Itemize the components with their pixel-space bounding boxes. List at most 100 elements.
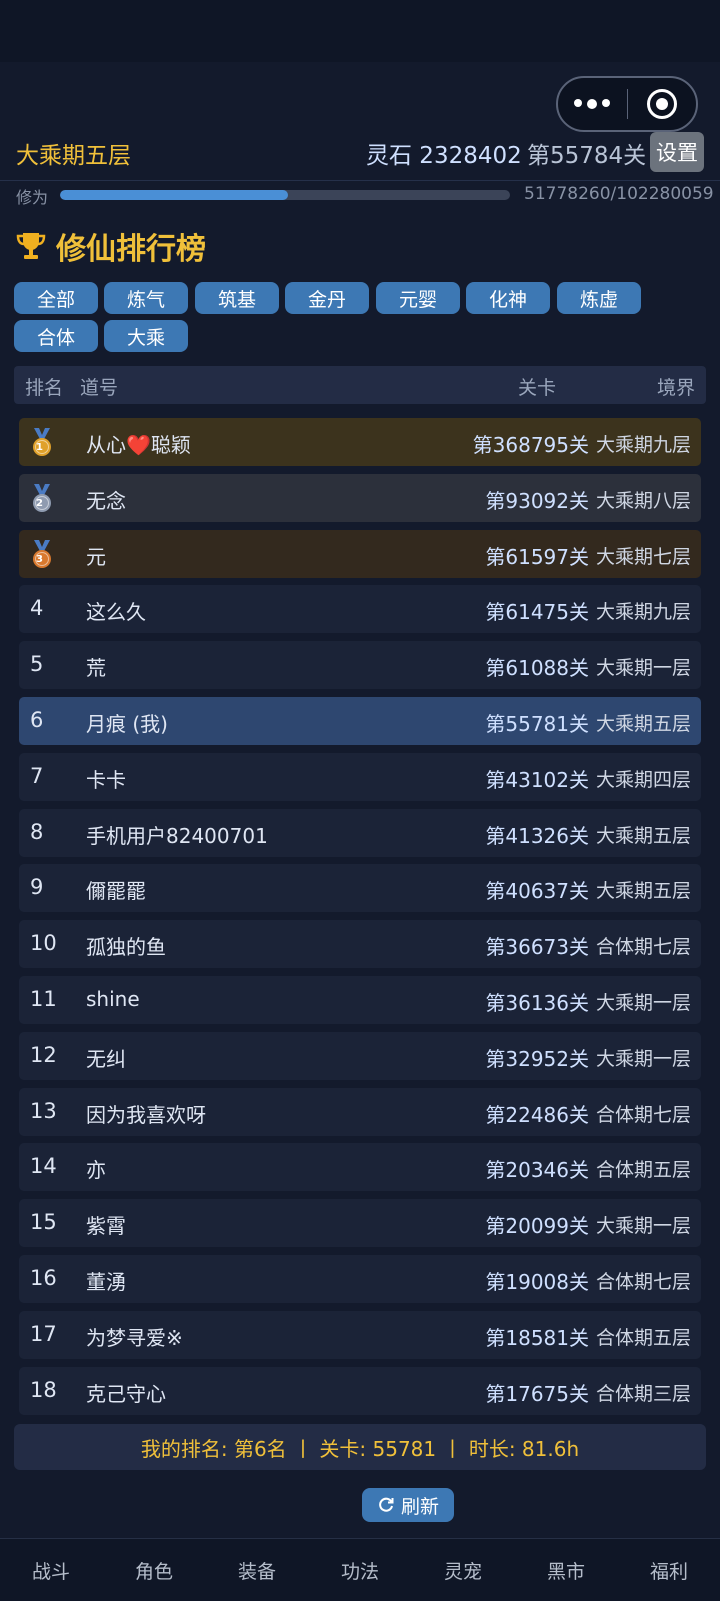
filter-yuanying[interactable]: 元婴 bbox=[376, 282, 460, 314]
player-realm: 大乘期五层 bbox=[595, 713, 691, 735]
nav-skills[interactable]: 功法 bbox=[320, 1557, 400, 1584]
leaderboard-row[interactable]: 6 月痕 (我) 第55781关 大乘期五层 bbox=[19, 697, 701, 745]
player-stage: 第17675关 bbox=[485, 1381, 589, 1406]
game-header: 大乘期五层 灵石 2328402 第55784关 设置 bbox=[0, 132, 720, 180]
player-realm: 大乘期九层 bbox=[595, 434, 691, 456]
nav-welfare[interactable]: 福利 bbox=[629, 1557, 709, 1584]
player-name: shine bbox=[86, 987, 140, 1011]
player-name: 这么久 bbox=[86, 600, 146, 625]
player-name: 手机用户82400701 bbox=[86, 823, 268, 848]
nav-pets[interactable]: 灵宠 bbox=[423, 1557, 503, 1584]
leaderboard-row[interactable]: 12 无纠 第32952关 大乘期一层 bbox=[19, 1031, 701, 1080]
my-rank-summary: 我的排名: 第6名 丨 关卡: 55781 丨 时长: 81.6h bbox=[14, 1424, 706, 1470]
nav-black-market[interactable]: 黑市 bbox=[526, 1557, 606, 1584]
leaderboard-row[interactable]: 13 因为我喜欢呀 第22486关 合体期七层 bbox=[19, 1087, 701, 1136]
page-title: 修仙排行榜 bbox=[56, 232, 206, 267]
trophy-icon bbox=[16, 233, 46, 259]
player-stage: 第40637关 bbox=[485, 879, 589, 904]
player-realm: 大乘期五层 bbox=[595, 824, 691, 847]
rank-number: 7 bbox=[30, 763, 44, 788]
player-name: 孤独的鱼 bbox=[86, 935, 166, 960]
leaderboard-row[interactable]: 18 克己守心 第17675关 合体期三层 bbox=[19, 1366, 701, 1415]
refresh-button[interactable]: 刷新 bbox=[362, 1488, 454, 1522]
nav-character[interactable]: 角色 bbox=[114, 1557, 194, 1584]
player-name: 荒 bbox=[86, 656, 106, 681]
leaderboard-row[interactable]: 9 儞罷罷 第40637关 大乘期五层 bbox=[19, 864, 701, 913]
miniprogram-capsule bbox=[556, 76, 698, 132]
cultivation-label: 修为 bbox=[16, 188, 49, 207]
leaderboard-row[interactable]: 10 孤独的鱼 第36673关 合体期七层 bbox=[19, 920, 701, 969]
filter-jindan[interactable]: 金丹 bbox=[285, 282, 369, 314]
player-realm: 大乘期九层 bbox=[595, 601, 691, 624]
current-stage: 第55784关 bbox=[527, 143, 647, 169]
filter-huashen[interactable]: 化神 bbox=[466, 282, 550, 314]
more-dots-icon bbox=[574, 99, 611, 109]
player-stage: 第20346关 bbox=[485, 1158, 589, 1183]
player-realm: 合体期五层 bbox=[595, 1326, 691, 1349]
cultivation-bar bbox=[60, 190, 510, 200]
refresh-label: 刷新 bbox=[400, 1495, 439, 1518]
rank-number: 14 bbox=[30, 1154, 57, 1179]
nav-equipment[interactable]: 装备 bbox=[217, 1557, 297, 1584]
col-name: 道号 bbox=[80, 377, 119, 399]
leaderboard-row[interactable]: 11 shine 第36136关 大乘期一层 bbox=[19, 976, 701, 1024]
player-stage: 第93092关 bbox=[485, 488, 589, 513]
rank-number: 6 bbox=[30, 708, 44, 732]
cultivation-value: 51778260/102280059 bbox=[524, 184, 714, 204]
leaderboard-row[interactable]: 8 手机用户82400701 第41326关 大乘期五层 bbox=[19, 808, 701, 857]
player-name: 亦 bbox=[86, 1158, 106, 1183]
player-stage: 第61597关 bbox=[485, 544, 589, 569]
player-realm: 合体期五层 bbox=[595, 1159, 691, 1182]
leaderboard-row[interactable]: 1 从心❤️聪颖 第368795关 大乘期九层 bbox=[19, 418, 701, 466]
header-divider bbox=[0, 180, 720, 181]
player-stage: 第55781关 bbox=[485, 712, 589, 736]
leaderboard-row[interactable]: 17 为梦寻爱※ 第18581关 合体期五层 bbox=[19, 1310, 701, 1359]
medal-rank-number: 3 bbox=[36, 553, 43, 565]
medal-rank-number: 2 bbox=[36, 497, 43, 509]
player-stage: 第19008关 bbox=[485, 1270, 589, 1294]
filter-all[interactable]: 全部 bbox=[14, 282, 98, 314]
filter-lianqi[interactable]: 炼气 bbox=[104, 282, 188, 314]
player-realm: 大乘期一层 bbox=[595, 1215, 691, 1238]
rank-number: 10 bbox=[30, 931, 57, 956]
rank-number: 17 bbox=[30, 1321, 57, 1346]
more-button[interactable] bbox=[558, 78, 627, 130]
cultivation-progress: 修为 51778260/102280059 bbox=[0, 182, 720, 210]
player-realm: 合体期三层 bbox=[595, 1382, 691, 1405]
rank-number: 9 bbox=[30, 875, 44, 900]
settings-button[interactable]: 设置 bbox=[650, 132, 704, 172]
leaderboard-row[interactable]: 15 紫霄 第20099关 大乘期一层 bbox=[19, 1199, 701, 1248]
player-name: 为梦寻爱※ bbox=[86, 1325, 183, 1350]
leaderboard-row[interactable]: 5 荒 第61088关 大乘期一层 bbox=[19, 641, 701, 690]
leaderboard-row[interactable]: 16 董湧 第19008关 合体期七层 bbox=[19, 1255, 701, 1303]
player-realm: 大乘期五层 bbox=[595, 880, 691, 903]
filter-zhuji[interactable]: 筑基 bbox=[195, 282, 279, 314]
leaderboard-row[interactable]: 2 无念 第93092关 大乘期八层 bbox=[19, 473, 701, 522]
rank-number: 8 bbox=[30, 819, 44, 844]
player-realm: 大乘期七层 bbox=[595, 545, 691, 568]
nav-battle[interactable]: 战斗 bbox=[11, 1557, 91, 1584]
filter-lianxu[interactable]: 炼虚 bbox=[557, 282, 641, 314]
close-miniprogram-button[interactable] bbox=[628, 78, 697, 130]
rank-number: 18 bbox=[30, 1377, 57, 1402]
filter-dacheng[interactable]: 大乘 bbox=[104, 320, 188, 352]
bottom-nav: 战斗 角色 装备 功法 灵宠 黑市 福利 bbox=[0, 1538, 720, 1601]
target-circle-icon bbox=[646, 89, 677, 119]
leaderboard-row[interactable]: 14 亦 第20346关 合体期五层 bbox=[19, 1143, 701, 1192]
leaderboard-row[interactable]: 3 元 第61597关 大乘期七层 bbox=[19, 529, 701, 578]
status-bar-area bbox=[0, 0, 720, 62]
player-stage: 第22486关 bbox=[485, 1102, 589, 1127]
leaderboard-row[interactable]: 7 卡卡 第43102关 大乘期四层 bbox=[19, 752, 701, 801]
player-realm: 合体期七层 bbox=[595, 1271, 691, 1293]
player-stage: 第61088关 bbox=[485, 656, 589, 681]
player-name: 董湧 bbox=[86, 1270, 126, 1294]
col-rank: 排名 bbox=[25, 377, 64, 399]
refresh-icon bbox=[379, 1497, 394, 1512]
player-realm: 合体期七层 bbox=[595, 1103, 691, 1126]
medal-rank-number: 1 bbox=[36, 442, 43, 453]
col-stage: 关卡 bbox=[518, 377, 557, 399]
leaderboard-row[interactable]: 4 这么久 第61475关 大乘期九层 bbox=[19, 585, 701, 634]
filter-heti[interactable]: 合体 bbox=[14, 320, 98, 352]
player-name: 元 bbox=[86, 544, 106, 569]
player-stage: 第20099关 bbox=[485, 1214, 589, 1239]
